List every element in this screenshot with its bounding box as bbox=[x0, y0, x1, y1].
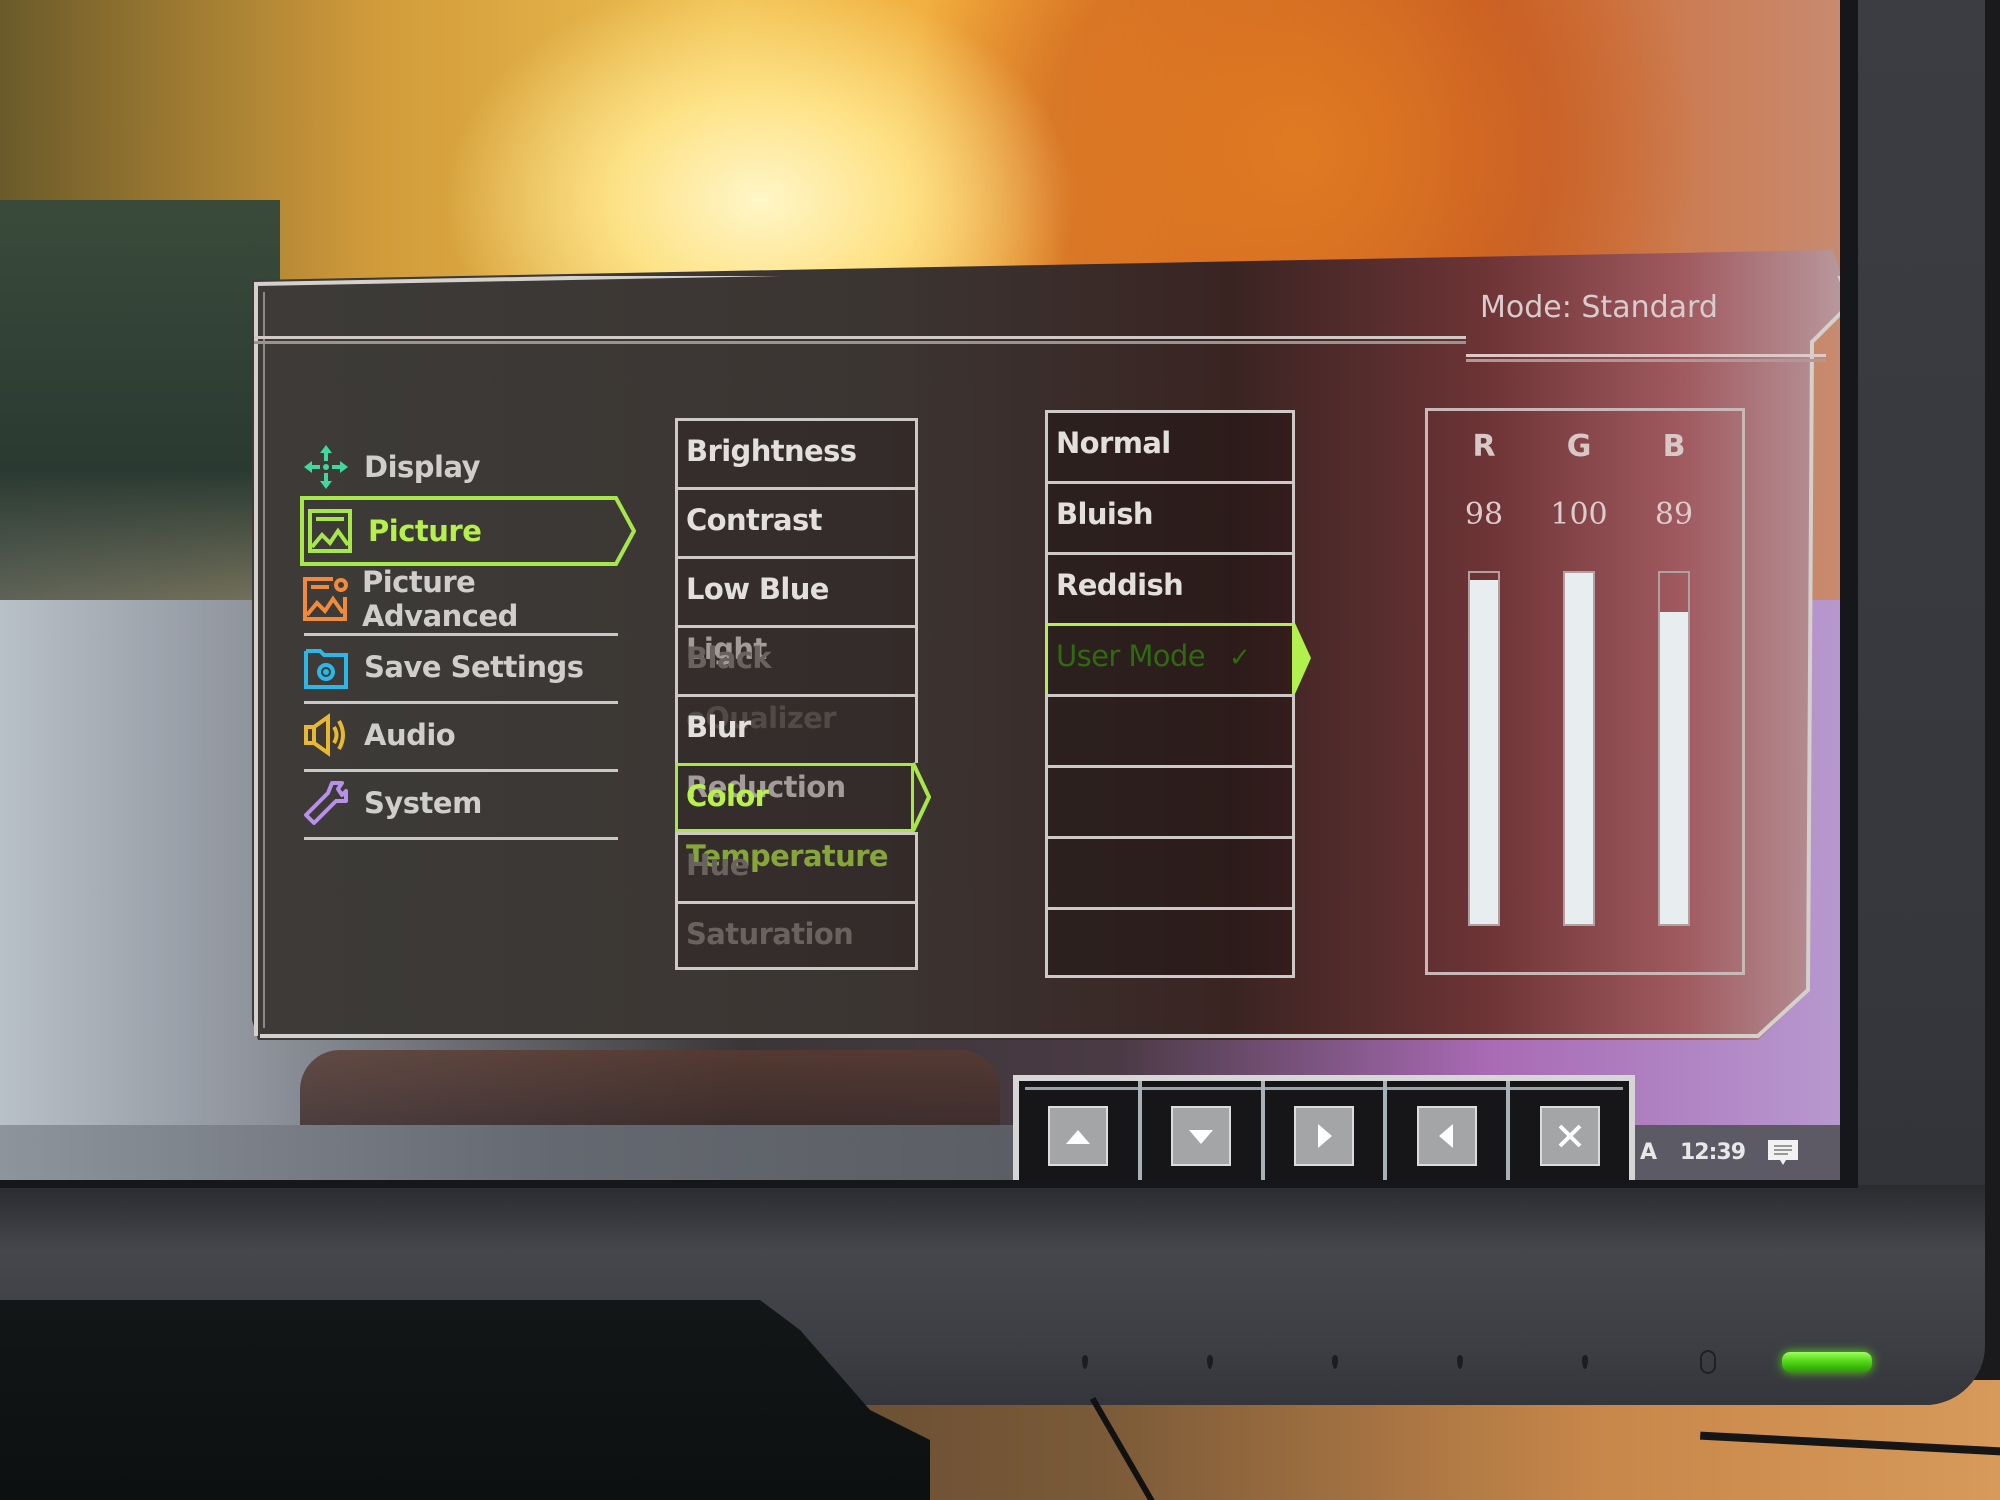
rgb-label-g: G bbox=[1566, 429, 1592, 464]
monitor-stand bbox=[0, 1300, 930, 1500]
rgb-label-b: B bbox=[1662, 429, 1686, 464]
power-led bbox=[1782, 1352, 1872, 1372]
rgb-value-g: 100 bbox=[1550, 497, 1608, 532]
option-reddish[interactable]: Reddish bbox=[1045, 552, 1295, 623]
selection-pointer-icon bbox=[1295, 623, 1311, 694]
menu-item-label: Save Settings bbox=[364, 650, 584, 684]
menu-item-audio[interactable]: Audio bbox=[300, 702, 630, 772]
menu-item-system[interactable]: System bbox=[300, 770, 630, 840]
nav-left-button[interactable] bbox=[1416, 1105, 1477, 1166]
nav-up-button[interactable] bbox=[1048, 1105, 1109, 1166]
rgb-gain-panel: R 98 G 100 B 89 bbox=[1425, 408, 1745, 975]
menu-item-save-settings[interactable]: Save Settings bbox=[300, 634, 630, 704]
option-contrast[interactable]: Contrast bbox=[675, 487, 918, 556]
osd-header-divider bbox=[254, 336, 1466, 344]
nav-right-button[interactable] bbox=[1293, 1105, 1354, 1166]
option-bluish[interactable]: Bluish bbox=[1045, 481, 1295, 552]
menu-item-display[interactable]: Display bbox=[300, 434, 630, 500]
rgb-slider-b[interactable] bbox=[1658, 571, 1690, 926]
rgb-slider-fill bbox=[1660, 611, 1688, 924]
nav-slot bbox=[1510, 1081, 1629, 1180]
display-icon bbox=[300, 441, 352, 493]
option-low-blue-light[interactable]: Low Blue Light bbox=[675, 556, 918, 666]
option-empty bbox=[1045, 694, 1295, 765]
rgb-slider-r[interactable] bbox=[1468, 571, 1500, 926]
rgb-slider-fill bbox=[1470, 580, 1498, 924]
option-empty bbox=[1045, 907, 1295, 978]
option-empty bbox=[1045, 765, 1295, 836]
rgb-value-b: 89 bbox=[1654, 497, 1694, 532]
system-icon bbox=[300, 777, 352, 829]
triangle-left-icon bbox=[1438, 1123, 1453, 1148]
option-hue: Hue bbox=[675, 832, 918, 901]
osd-header-divider bbox=[1466, 354, 1826, 362]
save-settings-icon bbox=[300, 641, 352, 693]
nav-slot bbox=[1142, 1081, 1265, 1180]
option-color-temperature[interactable]: Color Temperature bbox=[675, 763, 914, 873]
rgb-label-r: R bbox=[1472, 429, 1496, 464]
menu-item-label: System bbox=[364, 786, 482, 820]
option-label: User Mode bbox=[1056, 639, 1206, 673]
option-label: Reddish bbox=[1056, 568, 1184, 602]
picture-advanced-icon bbox=[300, 573, 350, 625]
rgb-slider-g[interactable] bbox=[1563, 571, 1595, 926]
selection-chevron-icon bbox=[911, 762, 931, 832]
wallpaper-region bbox=[300, 1050, 1000, 1130]
rgb-value-r: 98 bbox=[1464, 497, 1504, 532]
picture-submenu: Brightness Contrast Low Blue Light Black eQ… bbox=[675, 418, 931, 978]
picture-mode-label: Mode: Standard bbox=[1480, 290, 1718, 325]
option-label: Bluish bbox=[1056, 497, 1154, 531]
close-icon bbox=[1558, 1124, 1581, 1147]
menu-item-label: Picture Advanced bbox=[361, 565, 518, 633]
action-center-icon[interactable] bbox=[1766, 1138, 1800, 1166]
menu-item-picture-advanced[interactable]: Picture Advanced bbox=[300, 565, 630, 636]
triangle-right-icon bbox=[1317, 1123, 1332, 1148]
option-saturation: Saturation bbox=[675, 901, 918, 970]
checkmark-icon: ✓ bbox=[1228, 643, 1251, 673]
option-normal[interactable]: Normal bbox=[1045, 410, 1295, 481]
menu-item-label: Picture bbox=[368, 514, 482, 548]
nav-close-button[interactable] bbox=[1539, 1105, 1600, 1166]
ime-indicator[interactable]: A bbox=[1640, 1140, 1657, 1165]
nav-slot bbox=[1265, 1081, 1388, 1180]
menu-item-picture[interactable]: Picture bbox=[304, 498, 634, 564]
power-button-icon[interactable] bbox=[1700, 1350, 1716, 1374]
osd-menu: Mode: Standard Display Picture Picture Adv… bbox=[238, 250, 1840, 1040]
audio-icon bbox=[300, 709, 352, 761]
osd-navigation-bar bbox=[1013, 1075, 1635, 1180]
taskbar-clock[interactable]: 12:39 bbox=[1680, 1140, 1746, 1165]
option-black-equalizer: Black eQualizer bbox=[675, 625, 918, 735]
rgb-slider-fill bbox=[1565, 573, 1593, 924]
option-blur-reduction[interactable]: Blur Reduction bbox=[675, 694, 918, 804]
nav-slot bbox=[1387, 1081, 1511, 1180]
triangle-down-icon bbox=[1189, 1129, 1214, 1144]
option-label: Normal bbox=[1056, 426, 1171, 460]
picture-icon bbox=[304, 505, 356, 557]
option-brightness[interactable]: Brightness bbox=[675, 418, 918, 487]
nav-down-button[interactable] bbox=[1171, 1105, 1232, 1166]
menu-item-label: Display bbox=[364, 450, 481, 484]
nav-slot bbox=[1019, 1081, 1142, 1180]
option-user-mode[interactable]: User Mode ✓ bbox=[1045, 623, 1295, 694]
monitor-screen: Mode: Standard Display Picture Picture Adv… bbox=[0, 0, 1858, 1188]
triangle-up-icon bbox=[1066, 1129, 1091, 1144]
menu-item-label: Audio bbox=[364, 718, 456, 752]
option-empty bbox=[1045, 836, 1295, 907]
color-temperature-submenu: Normal Bluish Reddish User Mode ✓ bbox=[1045, 410, 1311, 978]
